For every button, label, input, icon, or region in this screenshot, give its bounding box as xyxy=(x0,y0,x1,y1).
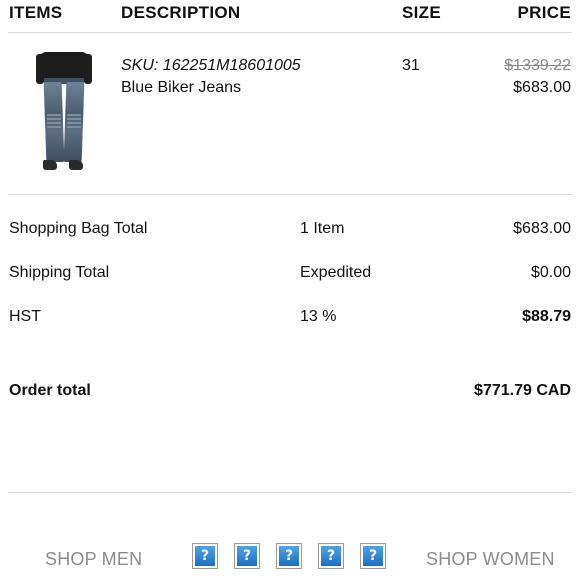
question-icon: ? xyxy=(195,546,215,566)
help-icon[interactable]: ? xyxy=(318,543,344,569)
bag-total-qty: 1 Item xyxy=(300,220,345,237)
question-icon: ? xyxy=(279,546,299,566)
item-divider xyxy=(8,194,572,195)
bag-total-value: $683.00 xyxy=(513,220,571,237)
shop-women-link[interactable]: SHOP WOMEN xyxy=(426,548,555,570)
question-icon: ? xyxy=(237,546,257,566)
question-icon: ? xyxy=(363,546,383,566)
shipping-value: $0.00 xyxy=(530,264,571,281)
help-icon[interactable]: ? xyxy=(360,543,386,569)
header-size: SIZE xyxy=(402,3,441,22)
item-name[interactable]: Blue Biker Jeans xyxy=(121,78,241,98)
help-icon[interactable]: ? xyxy=(234,543,260,569)
header-description: DESCRIPTION xyxy=(121,3,241,22)
shipping-label: Shipping Total xyxy=(9,264,110,281)
question-icon: ? xyxy=(321,546,341,566)
tax-label: HST xyxy=(9,308,41,325)
help-icon[interactable]: ? xyxy=(192,543,218,569)
tax-value: $88.79 xyxy=(522,308,571,325)
order-total-value: $771.79 CAD xyxy=(474,382,571,399)
order-total-label: Order total xyxy=(9,382,91,399)
bag-total-label: Shopping Bag Total xyxy=(9,220,148,237)
header-price: PRICE xyxy=(517,3,571,22)
footer-divider xyxy=(8,492,572,493)
item-price: $683.00 xyxy=(513,79,571,96)
product-image[interactable] xyxy=(34,52,94,174)
help-icon[interactable]: ? xyxy=(276,543,302,569)
item-original-price: $1339.22 xyxy=(504,57,571,74)
header-divider xyxy=(8,32,572,33)
shop-men-link[interactable]: SHOP MEN xyxy=(45,548,142,570)
shipping-method: Expedited xyxy=(300,264,372,281)
header-items: ITEMS xyxy=(9,3,63,22)
tax-rate: 13 % xyxy=(300,308,337,325)
item-size: 31 xyxy=(402,57,420,74)
item-sku: SKU: 162251M18601005 xyxy=(121,57,301,74)
